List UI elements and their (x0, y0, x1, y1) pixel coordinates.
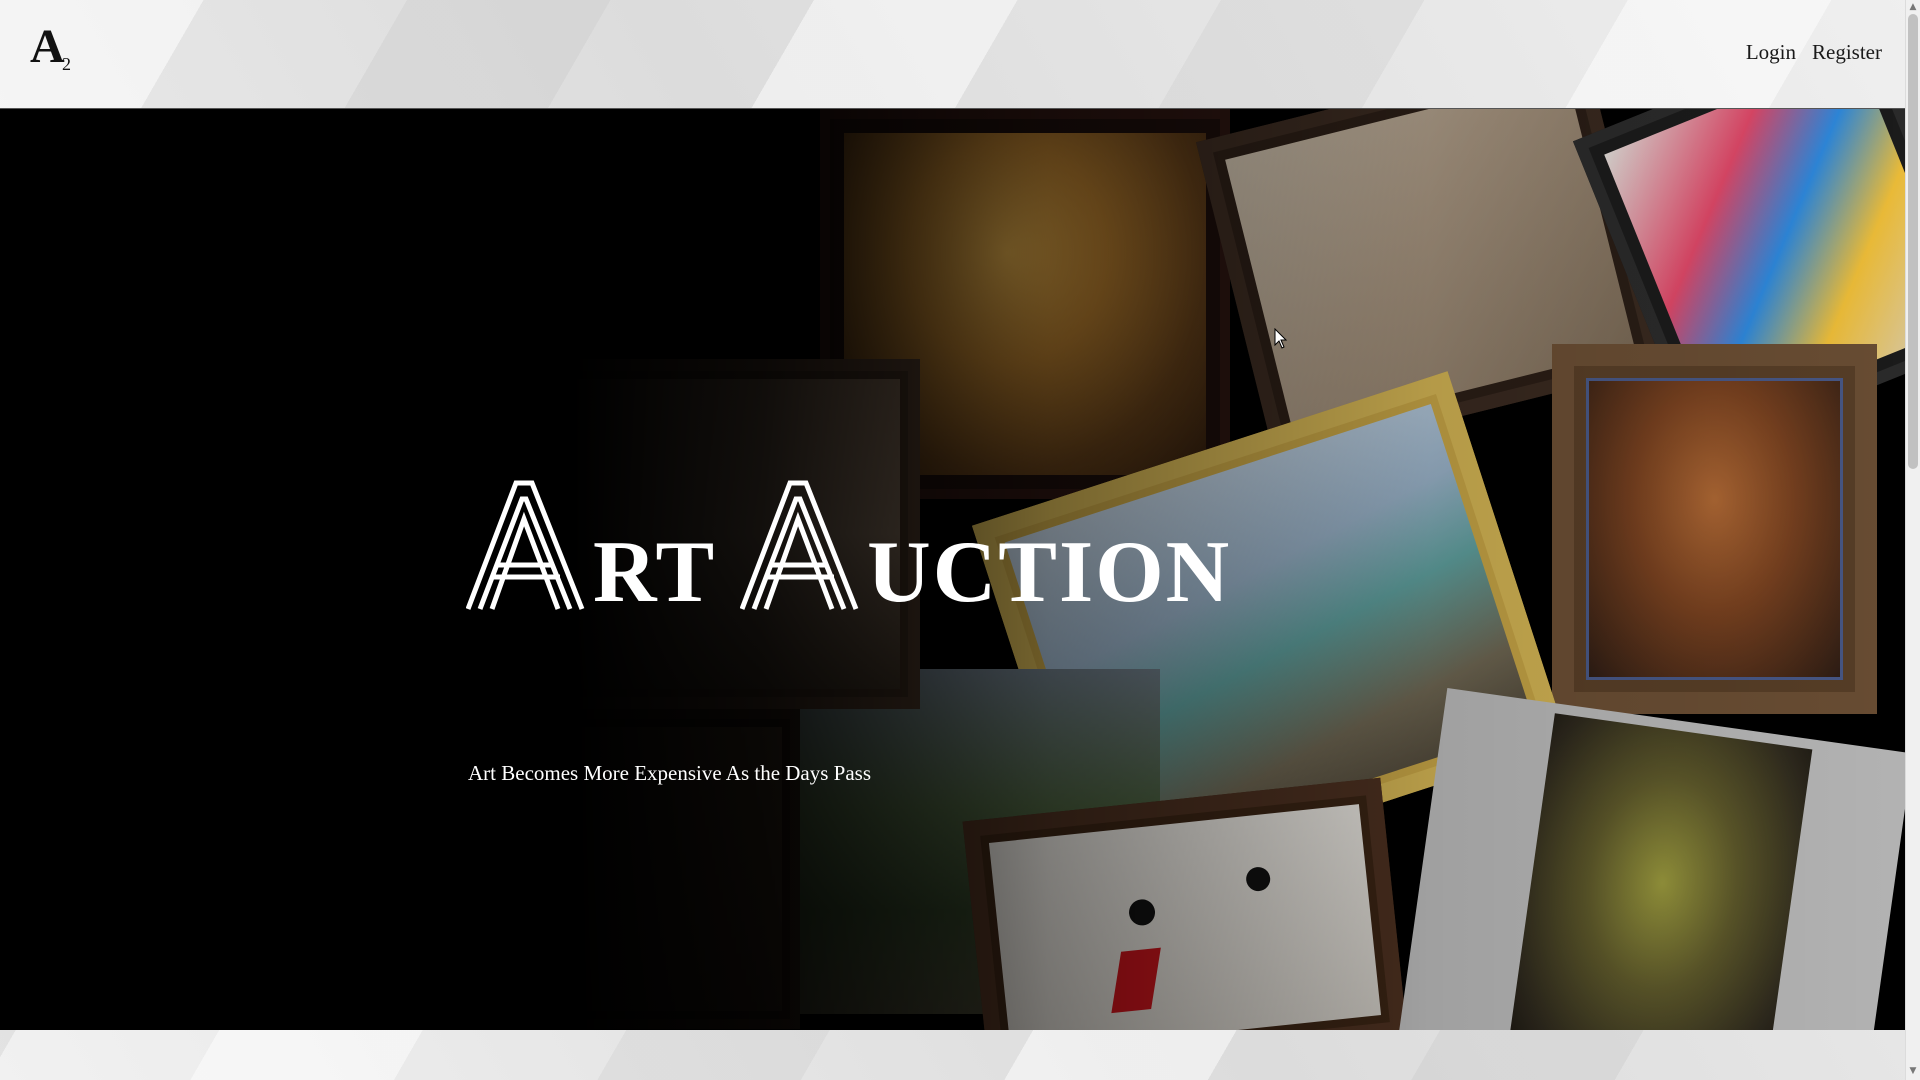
striped-a-glyph (466, 480, 585, 610)
a2-logo-icon[interactable]: A 2 (30, 20, 80, 74)
next-section-edge (0, 1029, 1906, 1080)
vertical-scrollbar[interactable]: ▲ ▼ (1905, 0, 1920, 1080)
logo-letter: A (30, 22, 65, 73)
login-link[interactable]: Login (1746, 40, 1796, 65)
title-word1-rest: RT (593, 524, 717, 621)
scrollbar-thumb[interactable] (1908, 14, 1918, 469)
mouse-pointer-icon (1274, 327, 1288, 355)
register-link[interactable]: Register (1812, 40, 1882, 65)
title-word2-rest: UCTION (867, 524, 1232, 621)
title-word-auction: UCTION (740, 479, 1232, 621)
chevron-up-icon[interactable]: ▲ (1908, 2, 1918, 12)
nav-links: Login Register (1746, 40, 1882, 65)
logo-subscript: 2 (62, 54, 71, 74)
hero-subtitle: Art Becomes More Expensive As the Days P… (468, 761, 872, 785)
top-navbar: A 2 Login Register (0, 0, 1906, 107)
chevron-down-icon[interactable]: ▼ (1908, 1066, 1918, 1076)
striped-a-glyph (740, 480, 859, 610)
page: A 2 Login Register RT UCTION Art Becomes… (0, 0, 1920, 1080)
title-word-art: RT (466, 479, 717, 621)
hero-banner: RT UCTION Art Becomes More Expensive As … (0, 108, 1906, 1030)
hero-title: RT UCTION (466, 479, 1232, 621)
